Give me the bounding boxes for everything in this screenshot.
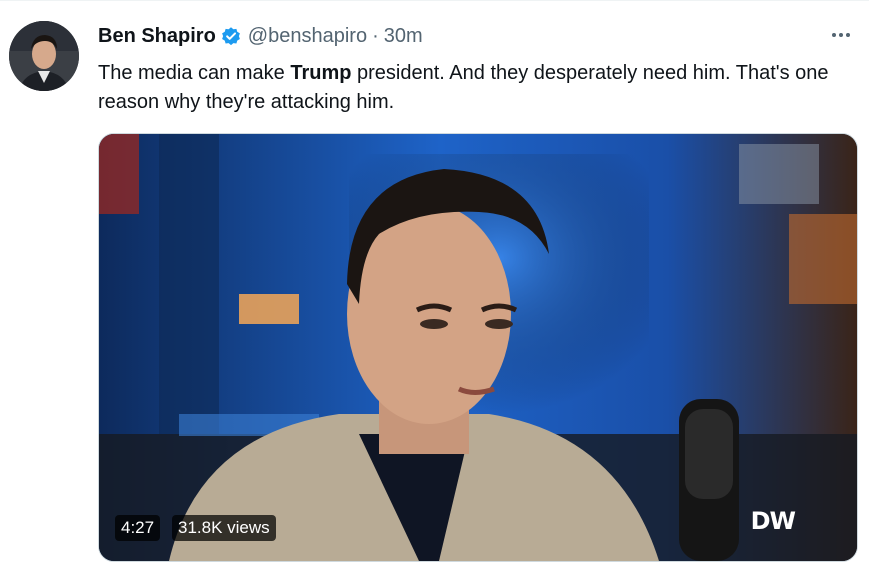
tweet-text-part: The media can make	[98, 62, 291, 84]
video-duration: 4:27	[115, 515, 161, 541]
video-frame	[99, 134, 857, 561]
watermark-logo: DW	[750, 507, 796, 535]
tweet[interactable]: Ben Shapiro @benshapiro · 30m The media …	[0, 0, 869, 566]
timestamp[interactable]: 30m	[384, 25, 423, 48]
separator-dot: ·	[372, 24, 379, 47]
tweet-text: The media can make Trump president. And …	[98, 59, 838, 117]
video-view-count: 31.8K views	[172, 515, 276, 541]
author-handle[interactable]: @benshapiro	[248, 25, 367, 48]
more-horizontal-icon[interactable]	[827, 24, 855, 46]
tweet-text-bold: Trump	[290, 62, 352, 84]
video-player[interactable]: 4:27 31.8K views DW	[98, 133, 858, 562]
author-name[interactable]: Ben Shapiro	[98, 25, 216, 48]
avatar[interactable]	[9, 21, 79, 91]
verified-badge-icon	[220, 25, 242, 47]
tweet-header: Ben Shapiro @benshapiro · 30m	[98, 23, 423, 49]
